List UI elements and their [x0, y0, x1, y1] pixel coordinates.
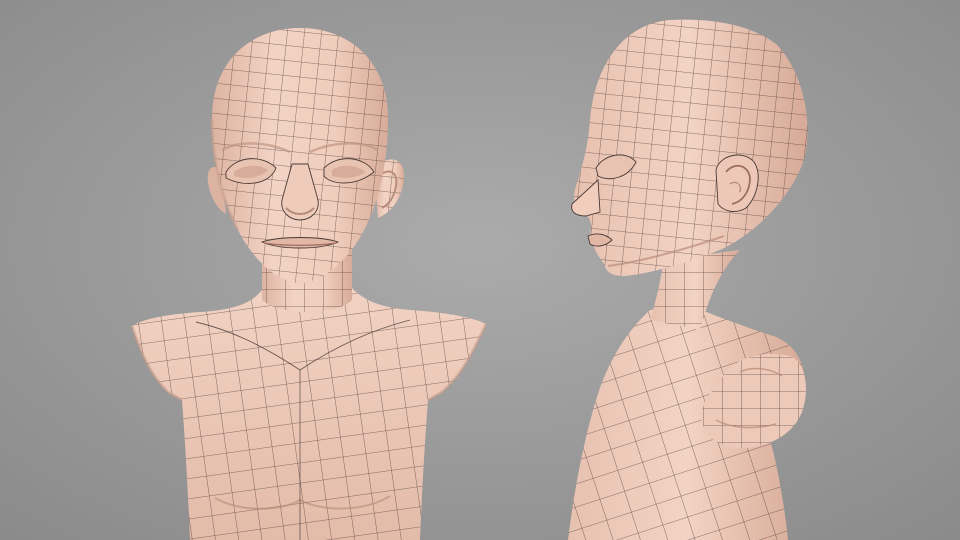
render-scene	[0, 0, 960, 540]
background	[0, 0, 960, 540]
viewport	[0, 0, 960, 540]
